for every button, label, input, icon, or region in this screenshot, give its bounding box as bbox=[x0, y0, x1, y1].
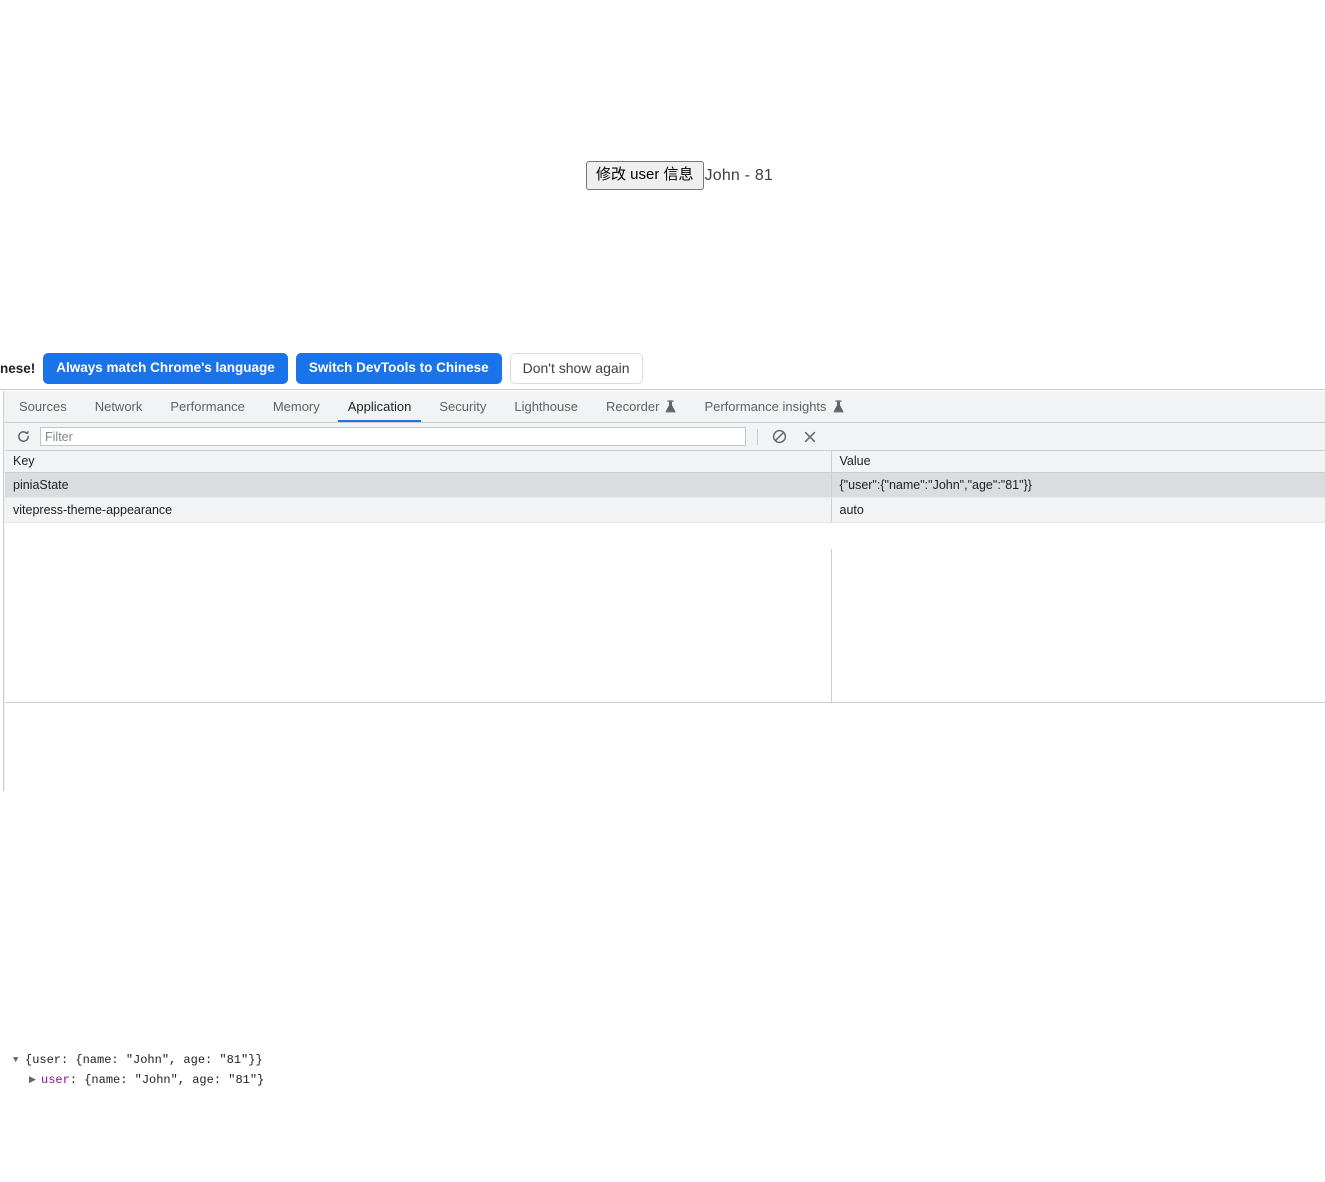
tab-label: Sources bbox=[19, 399, 67, 414]
tab-lighthouse[interactable]: Lighthouse bbox=[500, 391, 592, 422]
tab-application[interactable]: Application bbox=[334, 391, 426, 422]
tab-label: Memory bbox=[272, 399, 320, 414]
toolbar-separator bbox=[757, 428, 758, 445]
tab-performance[interactable]: Performance bbox=[156, 391, 258, 422]
value-preview-panel: ▼ {user: {name: "John", age: "81"}} ▶ us… bbox=[5, 1044, 1325, 1182]
language-notification-message: nese! bbox=[0, 361, 36, 376]
filter-input[interactable] bbox=[40, 427, 746, 446]
devtools-left-edge bbox=[0, 391, 4, 791]
tab-label: Performance bbox=[170, 399, 245, 414]
no-entry-icon[interactable] bbox=[769, 427, 789, 447]
table-empty-area bbox=[5, 549, 1325, 703]
user-display-text: John - 81 bbox=[704, 166, 774, 184]
refresh-icon[interactable] bbox=[14, 428, 32, 446]
switch-devtools-to-chinese-button[interactable]: Switch DevTools to Chinese bbox=[295, 353, 502, 384]
tab-recorder[interactable]: Recorder bbox=[592, 391, 690, 422]
preview-root-text: {user: {name: "John", age: "81"}} bbox=[25, 1053, 263, 1067]
devtools-panel: Sources Network Performance Memory Applicati… bbox=[0, 391, 1325, 1182]
tab-label: Network bbox=[94, 399, 143, 414]
devtools-language-notification-bar: nese! Always match Chrome's language Swi… bbox=[0, 348, 1325, 390]
tab-label: Lighthouse bbox=[514, 399, 578, 414]
preview-user-key: user bbox=[41, 1073, 70, 1087]
table-body: piniaState {"user":{"name":"John","age":"… bbox=[5, 472, 1325, 523]
web-page-viewport: 修改 user 信息 John - 81 bbox=[0, 0, 1325, 348]
always-match-chrome-language-button[interactable]: Always match Chrome's language bbox=[43, 353, 288, 384]
tab-label: Recorder bbox=[605, 399, 660, 414]
experiment-flask-icon bbox=[665, 400, 676, 413]
cell-value[interactable]: auto bbox=[831, 497, 1325, 523]
cell-value[interactable]: {"user":{"name":"John","age":"81"}} bbox=[831, 472, 1325, 498]
tab-label: Security bbox=[439, 399, 487, 414]
tab-memory[interactable]: Memory bbox=[259, 391, 334, 422]
local-storage-table-wrapper: Key Value piniaState {"user":{"name":"Joh… bbox=[5, 451, 1325, 1043]
devtools-tab-strip: Sources Network Performance Memory Applicati… bbox=[5, 391, 1325, 423]
close-x-icon[interactable] bbox=[800, 427, 820, 447]
local-storage-table: Key Value piniaState {"user":{"name":"Joh… bbox=[5, 451, 1325, 523]
tab-label: Application bbox=[347, 399, 412, 414]
table-header-row: Key Value bbox=[5, 451, 1325, 473]
preview-root-line[interactable]: ▼ {user: {name: "John", age: "81"}} bbox=[5, 1050, 1325, 1070]
preview-user-line[interactable]: ▶ user : {name: "John", age: "81"} bbox=[5, 1070, 1325, 1090]
experiment-flask-icon bbox=[833, 400, 844, 413]
tab-security[interactable]: Security bbox=[425, 391, 500, 422]
cell-key[interactable]: vitepress-theme-appearance bbox=[5, 497, 832, 523]
page-content-row: 修改 user 信息 John - 81 bbox=[586, 161, 773, 190]
column-header-value[interactable]: Value bbox=[831, 451, 1325, 473]
modify-user-info-button[interactable]: 修改 user 信息 bbox=[586, 161, 704, 190]
dont-show-again-button[interactable]: Don't show again bbox=[509, 353, 643, 384]
table-row[interactable]: piniaState {"user":{"name":"John","age":"… bbox=[5, 472, 1325, 498]
tab-network[interactable]: Network bbox=[81, 391, 157, 422]
table-row[interactable]: vitepress-theme-appearance auto bbox=[5, 497, 1325, 523]
preview-user-value: : {name: "John", age: "81"} bbox=[69, 1073, 265, 1087]
tab-performance-insights[interactable]: Performance insights bbox=[690, 391, 857, 422]
table-column-divider[interactable] bbox=[831, 549, 832, 703]
chevron-down-icon[interactable]: ▼ bbox=[13, 1050, 23, 1070]
tab-sources[interactable]: Sources bbox=[5, 391, 81, 422]
chevron-right-icon[interactable]: ▶ bbox=[29, 1070, 39, 1090]
tab-label: Performance insights bbox=[704, 399, 827, 414]
storage-toolbar bbox=[5, 423, 1325, 451]
cell-key[interactable]: piniaState bbox=[5, 472, 832, 498]
column-header-key[interactable]: Key bbox=[5, 451, 832, 473]
